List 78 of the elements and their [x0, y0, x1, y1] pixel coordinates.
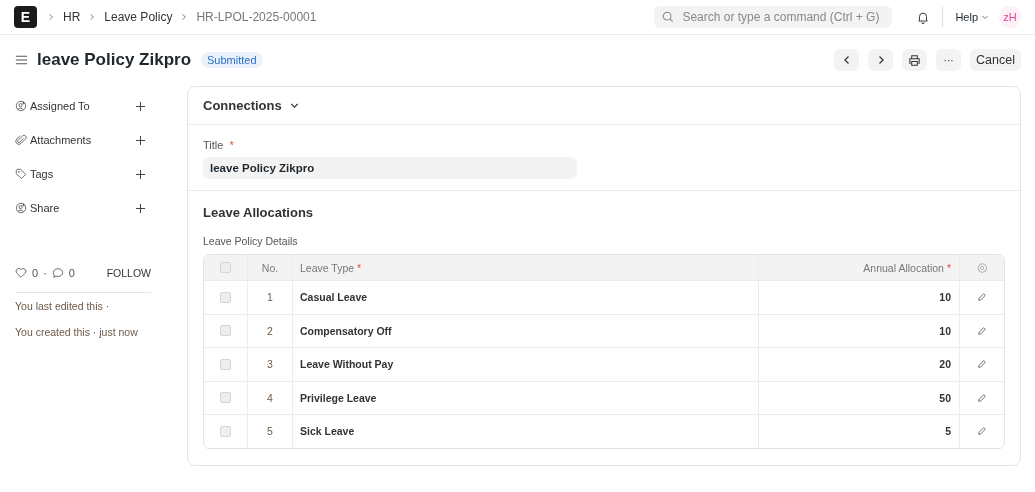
row-checkbox[interactable] — [220, 291, 231, 303]
sidebar-label[interactable]: Assigned To — [30, 100, 135, 112]
settings-icon[interactable] — [976, 261, 988, 274]
pencil-icon[interactable] — [977, 292, 987, 303]
activity-text: You last edited this · — [15, 300, 111, 312]
plus-icon[interactable] — [135, 168, 146, 180]
caret-icon — [981, 13, 989, 21]
next-button[interactable] — [868, 49, 894, 71]
table-cell: Sick Leave — [300, 425, 355, 438]
previous-button[interactable] — [834, 49, 860, 71]
connections-toggle[interactable]: Connections — [203, 98, 282, 113]
page-title: leave Policy Zikpro — [37, 50, 191, 70]
title-input[interactable]: leave Policy Zikpro — [203, 157, 577, 179]
table-cell: 10 — [939, 291, 951, 304]
table-cell: Compensatory Off — [300, 324, 392, 337]
column-header: No. — [261, 261, 279, 274]
row-checkbox[interactable] — [220, 425, 231, 437]
pencil-icon[interactable] — [977, 392, 987, 403]
row-number: 1 — [267, 291, 273, 304]
breadcrumb-link[interactable]: HR-LPOL-2025-00001 — [196, 10, 317, 24]
user-plus-icon — [15, 100, 27, 112]
status-indicator: Submitted — [201, 52, 263, 68]
row-number: 5 — [267, 425, 273, 438]
field-label: Title — [203, 139, 224, 151]
select-all-checkbox[interactable] — [220, 262, 231, 273]
plus-icon[interactable] — [135, 202, 146, 214]
column-header: Leave Type — [300, 261, 355, 274]
row-number: 3 — [267, 358, 273, 371]
column-header: Annual Allocation — [863, 261, 944, 274]
row-number: 4 — [267, 391, 273, 404]
chevron-right-icon — [180, 13, 189, 21]
like-count: 0 — [32, 267, 39, 279]
heart-icon[interactable] — [15, 267, 27, 279]
separator-dot: · — [43, 267, 47, 279]
required-mark: * — [946, 261, 951, 274]
table-cell: Leave Without Pay — [300, 358, 394, 371]
paperclip-icon — [15, 134, 27, 146]
breadcrumb-link[interactable]: Leave Policy — [104, 10, 173, 24]
table-cell: 5 — [945, 425, 951, 438]
pencil-icon[interactable] — [977, 325, 987, 336]
table-cell: Privilege Leave — [300, 391, 377, 404]
follow-button[interactable]: FOLLOW — [106, 267, 151, 279]
print-button[interactable] — [902, 49, 928, 71]
app-logo[interactable]: E — [14, 6, 37, 28]
activity-text: You created this · just now — [15, 326, 139, 338]
plus-icon[interactable] — [135, 100, 146, 112]
menu-icon[interactable] — [15, 54, 28, 66]
row-checkbox[interactable] — [220, 325, 231, 337]
row-checkbox[interactable] — [220, 358, 231, 370]
user-plus-icon — [15, 202, 27, 214]
printer-icon — [908, 53, 922, 67]
required-mark: * — [357, 261, 362, 274]
sidebar-label[interactable]: Tags — [30, 168, 135, 180]
pencil-icon[interactable] — [977, 359, 987, 370]
help-dropdown[interactable]: Help — [955, 11, 989, 23]
table-label: Leave Policy Details — [203, 235, 299, 247]
search-icon — [662, 11, 675, 23]
breadcrumb-link[interactable]: HR — [63, 10, 81, 24]
required-mark: * — [229, 139, 234, 151]
comment-count: 0 — [68, 267, 75, 279]
chevron-right-icon — [47, 13, 55, 21]
row-checkbox[interactable] — [220, 392, 231, 404]
sidebar-label[interactable]: Share — [30, 202, 135, 214]
table-cell: 50 — [939, 391, 951, 404]
sidebar-label[interactable]: Attachments — [30, 134, 135, 146]
row-number: 2 — [267, 324, 273, 337]
section-heading: Leave Allocations — [203, 205, 315, 220]
comment-icon[interactable] — [51, 267, 64, 279]
chevron-right-icon — [88, 13, 97, 21]
search-field[interactable]: Search or type a command (Ctrl + G) — [654, 6, 893, 28]
more-button[interactable]: ··· — [936, 49, 962, 71]
table-cell: 10 — [939, 324, 951, 337]
plus-icon[interactable] — [135, 134, 146, 146]
table-cell: Casual Leave — [300, 291, 368, 304]
pencil-icon[interactable] — [977, 426, 987, 437]
tag-icon — [15, 168, 27, 180]
cancel-button[interactable]: Cancel — [970, 49, 1021, 71]
table-cell: 20 — [939, 358, 951, 371]
